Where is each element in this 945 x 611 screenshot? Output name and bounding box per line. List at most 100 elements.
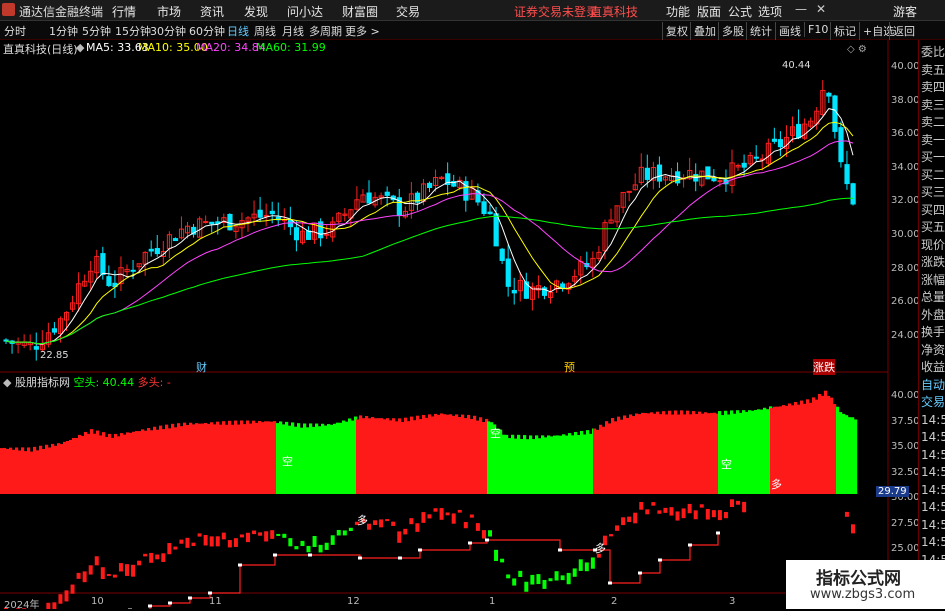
indicator-candle <box>428 514 432 518</box>
event-yu-icon[interactable]: 预 <box>564 359 575 375</box>
indicator-candle <box>542 580 546 589</box>
indicator-bar <box>189 423 192 494</box>
event-zhangdie-icon[interactable]: 涨跌 <box>813 359 835 375</box>
indicator-bar <box>635 414 638 494</box>
period-5min[interactable]: 5分钟 <box>82 23 111 39</box>
period-1min[interactable]: 1分钟 <box>49 23 78 39</box>
indicator-bar <box>413 420 416 494</box>
trade-login-notice[interactable]: 证券交易未登录 <box>514 3 598 20</box>
indicator-bar <box>686 411 689 494</box>
indicator-bar <box>505 435 508 494</box>
period-30min[interactable]: 30分钟 <box>150 23 186 39</box>
candle-body <box>778 140 782 147</box>
indicator-bar <box>721 415 724 494</box>
indicator-bar <box>42 449 45 494</box>
indicator-bar <box>650 412 653 494</box>
indicator-bar <box>306 427 309 494</box>
indicator-bar <box>446 415 449 494</box>
fuquan-button[interactable]: 复权 <box>662 22 691 40</box>
indicator-candle <box>421 512 425 523</box>
close-icon[interactable]: ✕ <box>816 2 826 16</box>
kline-chart[interactable] <box>0 40 918 609</box>
indicator-bar <box>39 446 42 494</box>
side-panel-item: 换手 <box>921 326 945 339</box>
menu-faxian[interactable]: 发现 <box>244 3 268 20</box>
menu-xuanxiang[interactable]: 选项 <box>758 3 782 20</box>
biaoji-button[interactable]: 标记 <box>830 22 859 40</box>
indicator-bar <box>105 437 108 494</box>
indicator-bar <box>794 402 797 494</box>
indicator-settings-icon[interactable]: ◆ <box>3 376 11 389</box>
indicator-bar <box>356 419 359 494</box>
signal-step-dot <box>148 605 152 608</box>
indicator-bar <box>120 433 123 494</box>
indicator-bar <box>707 413 710 494</box>
indicator-bar <box>180 426 183 494</box>
side-panel-item[interactable]: 交易 <box>921 396 945 409</box>
period-multi[interactable]: 多周期 <box>309 23 342 39</box>
indicator-bar <box>57 443 60 494</box>
diejia-button[interactable]: 叠加 <box>690 22 719 40</box>
indicator-name[interactable]: 股朋指标网 <box>15 376 70 389</box>
indicator-candle <box>657 510 661 513</box>
duogu-button[interactable]: 多股 <box>718 22 747 40</box>
minimize-icon[interactable]: — <box>795 2 807 16</box>
candle-body <box>488 212 492 214</box>
indicator-bar <box>806 399 809 494</box>
date-tick: 2 <box>611 596 617 607</box>
period-more[interactable]: 更多 > <box>345 23 380 39</box>
f10-button[interactable]: F10 <box>804 22 831 37</box>
menu-jiaoyi[interactable]: 交易 <box>396 3 420 20</box>
side-panel-item[interactable]: 自动 <box>921 379 945 392</box>
menu-hangqing[interactable]: 行情 <box>112 3 136 20</box>
indicator-bar <box>404 418 407 494</box>
price-tick: 28.00 <box>891 263 920 274</box>
indicator-bar <box>168 428 171 494</box>
menu-caifuquan[interactable]: 财富圈 <box>342 3 378 20</box>
indicator-bar <box>511 435 514 494</box>
indicator-bar <box>276 423 279 494</box>
indicator-candle <box>313 536 317 547</box>
indicator-bar <box>342 421 345 494</box>
indicator-bar <box>264 421 267 494</box>
indicator-bar <box>553 436 556 494</box>
period-weekly[interactable]: 周线 <box>254 23 276 39</box>
indicator-candle <box>639 502 643 510</box>
tongji-button[interactable]: 统计 <box>746 22 775 40</box>
menu-gongneng[interactable]: 功能 <box>666 3 690 20</box>
period-daily[interactable]: 日线 <box>227 23 249 39</box>
indicator-candle <box>89 565 93 574</box>
period-fenshi[interactable]: 分时 <box>4 23 26 39</box>
indicator-bar <box>431 416 434 494</box>
menu-gongshi[interactable]: 公式 <box>728 3 752 20</box>
indicator-bar <box>763 408 766 494</box>
event-cai-icon[interactable]: 财 <box>196 359 207 375</box>
indicator-bar <box>300 428 303 494</box>
price-tick: 32.00 <box>891 195 920 206</box>
side-panel-item: 买二 <box>921 169 945 182</box>
indicator-bar <box>129 433 132 494</box>
indicator-bar <box>333 424 336 494</box>
side-panel-item: 现价 <box>921 239 945 252</box>
indicator-bar <box>99 435 102 494</box>
period-monthly[interactable]: 月线 <box>282 23 304 39</box>
menu-banmian[interactable]: 版面 <box>697 3 721 20</box>
indicator-bar <box>574 432 577 494</box>
back-button[interactable]: 返回 <box>889 22 918 40</box>
indicator-bar <box>72 438 75 494</box>
menu-shichang[interactable]: 市场 <box>157 3 181 20</box>
menu-zixun[interactable]: 资讯 <box>200 3 224 20</box>
indicator-candle <box>379 519 383 527</box>
indicator-bar <box>321 424 324 494</box>
huaxian-button[interactable]: 画线 <box>775 22 804 40</box>
user-label[interactable]: 游客 <box>893 3 917 20</box>
period-60min[interactable]: 60分钟 <box>189 23 225 39</box>
indicator-bar <box>641 413 644 494</box>
menu-wenxiaoda[interactable]: 问小达 <box>287 3 323 20</box>
indicator-bar <box>449 414 452 494</box>
indicator-candle <box>458 510 462 513</box>
indicator-duo-value: 多头: - <box>138 376 171 389</box>
side-panel-item: 14:56 <box>921 501 945 514</box>
period-15min[interactable]: 15分钟 <box>115 23 151 39</box>
indicator-bar <box>710 413 713 494</box>
